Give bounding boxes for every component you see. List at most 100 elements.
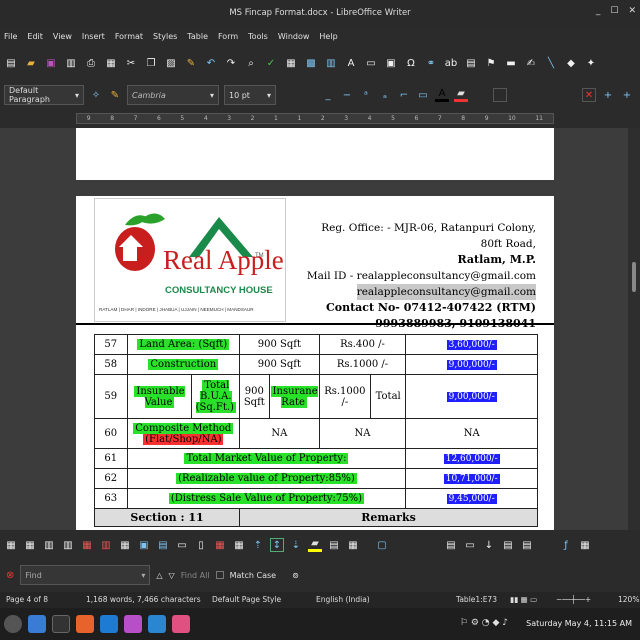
- table-cell[interactable]: 9,45,000/-: [405, 488, 538, 509]
- table-cell[interactable]: 9,00,000/-: [405, 374, 538, 419]
- table-cell[interactable]: Insurane Rate: [268, 374, 320, 419]
- close-icon[interactable]: ✕: [628, 6, 636, 16]
- files-icon[interactable]: [28, 615, 46, 633]
- basic-shapes-icon[interactable]: ◆: [564, 56, 578, 70]
- align-bottom-icon[interactable]: ⇣: [289, 538, 303, 552]
- protect-cell-icon[interactable]: ▤: [501, 538, 515, 552]
- unprotect-cell-icon[interactable]: ▤: [520, 538, 534, 552]
- delete-columns-icon[interactable]: ▥: [99, 538, 113, 552]
- strikethrough-icon[interactable]: −: [340, 88, 354, 102]
- chevron-down-icon[interactable]: ▾: [141, 571, 145, 580]
- page-style[interactable]: Default Page Style: [212, 595, 281, 604]
- draw-functions-icon[interactable]: ✦: [584, 56, 598, 70]
- merge-cells-icon[interactable]: ▭: [175, 538, 189, 552]
- insert-field-icon[interactable]: ▣: [384, 56, 398, 70]
- autoformat-icon[interactable]: ▤: [327, 538, 341, 552]
- copy-icon[interactable]: ❐: [144, 56, 158, 70]
- table-cell[interactable]: (Realizable value of Property:85%): [126, 468, 407, 489]
- composite-c3[interactable]: NA: [405, 418, 538, 449]
- underline-icon[interactable]: _: [321, 88, 335, 102]
- find-input[interactable]: Find ▾: [20, 565, 151, 585]
- insert-columns-before-icon[interactable]: ▥: [42, 538, 56, 552]
- print-icon[interactable]: ⎙: [84, 56, 98, 70]
- table-cell[interactable]: Insurable Value: [126, 374, 193, 419]
- insurable-qty[interactable]: 900 Sqft: [239, 374, 270, 419]
- menu-edit[interactable]: Edit: [27, 32, 43, 41]
- select-table-icon[interactable]: ▦: [118, 538, 132, 552]
- word-count[interactable]: 1,168 words, 7,466 characters: [86, 595, 201, 604]
- delete-rows-icon[interactable]: ▦: [80, 538, 94, 552]
- system-tray-icons[interactable]: ⚐ ⚙ ◔ ◆ ♪: [460, 618, 508, 628]
- split-cells-icon[interactable]: ▯: [194, 538, 208, 552]
- minimize-icon[interactable]: _: [596, 6, 601, 16]
- zoom-level[interactable]: 120%: [618, 595, 639, 604]
- decrease-indent-icon[interactable]: +: [620, 88, 634, 102]
- brave-browser-icon[interactable]: [76, 615, 94, 633]
- footnote-icon[interactable]: ab: [444, 56, 458, 70]
- formula-icon[interactable]: ƒ: [559, 538, 573, 552]
- insert-rows-above-icon[interactable]: ▦: [4, 538, 18, 552]
- select-row-icon[interactable]: ▤: [156, 538, 170, 552]
- vertical-scrollbar[interactable]: [628, 128, 640, 530]
- view-layout-icons[interactable]: ▮▮ ▦ ▭: [510, 595, 537, 604]
- find-replace-icon[interactable]: ⌕: [244, 56, 258, 70]
- clone-formatting-icon[interactable]: ✎: [184, 56, 198, 70]
- document-canvas[interactable]: Real Apple TM CONSULTANCY HOUSE RATLAM |…: [0, 128, 628, 530]
- page-count[interactable]: Page 4 of 8: [6, 595, 48, 604]
- vscode-icon[interactable]: [100, 615, 118, 633]
- update-style-icon[interactable]: ✧: [89, 88, 103, 102]
- find-all-button[interactable]: Find All: [181, 571, 210, 580]
- current-page[interactable]: Real Apple TM CONSULTANCY HOUSE RATLAM |…: [76, 196, 554, 530]
- new-style-icon[interactable]: ✎: [108, 88, 122, 102]
- menu-format[interactable]: Format: [115, 32, 143, 41]
- split-table-icon[interactable]: ▦: [213, 538, 227, 552]
- insert-table-icon[interactable]: ▦: [284, 56, 298, 70]
- hyperlink-icon[interactable]: ⚭: [424, 56, 438, 70]
- comment-icon[interactable]: ▬: [504, 56, 518, 70]
- menu-styles[interactable]: Styles: [153, 32, 177, 41]
- font-name-select[interactable]: Cambria ▾: [127, 85, 219, 105]
- font-size-select[interactable]: 10 pt ▾: [224, 85, 276, 105]
- table-cell[interactable]: 3,60,000/-: [405, 334, 538, 355]
- table-cell-background-icon[interactable]: ▰: [308, 538, 322, 552]
- new-document-icon[interactable]: ▤: [4, 56, 18, 70]
- insert-rows-below-icon[interactable]: ▦: [23, 538, 37, 552]
- composite-c1[interactable]: NA: [239, 418, 320, 449]
- table-properties-icon[interactable]: ▤: [444, 538, 458, 552]
- paragraph-style-select[interactable]: Default Paragraph ▾: [4, 85, 84, 105]
- menu-icon[interactable]: [4, 615, 22, 633]
- sort-icon[interactable]: ↓: [482, 538, 496, 552]
- menu-insert[interactable]: Insert: [82, 32, 105, 41]
- table-cell[interactable]: 10,71,000/-: [405, 468, 538, 489]
- language[interactable]: English (India): [316, 595, 370, 604]
- menu-help[interactable]: Help: [319, 32, 337, 41]
- table-cell[interactable]: Composite Method (Flat/Shop/NA): [126, 418, 241, 449]
- menu-window[interactable]: Window: [278, 32, 310, 41]
- clock[interactable]: Saturday May 4, 11:15 AM: [526, 619, 632, 628]
- find-replace-icon[interactable]: ⊚: [292, 571, 299, 580]
- cut-icon[interactable]: ✂: [124, 56, 138, 70]
- borders-icon[interactable]: ▦: [346, 538, 360, 552]
- spreadsheet-icon[interactable]: [172, 615, 190, 633]
- valuation-table[interactable]: 57 Land Area: (Sqft) 900 Sqft Rs.400 /- …: [93, 334, 538, 527]
- insurance-rate[interactable]: Rs.1000 /-: [318, 374, 372, 419]
- font-color-icon[interactable]: A: [435, 88, 449, 102]
- table-cell[interactable]: 12,60,000/-: [405, 448, 538, 469]
- insert-image-icon[interactable]: ▩: [304, 56, 318, 70]
- menu-view[interactable]: View: [53, 32, 72, 41]
- increase-indent-icon[interactable]: +: [601, 88, 615, 102]
- previous-page[interactable]: [76, 128, 554, 180]
- construction-rate[interactable]: Rs.1000 /-: [318, 354, 407, 375]
- highlight-color-icon[interactable]: ▰: [454, 88, 468, 102]
- land-area-qty[interactable]: 900 Sqft: [239, 334, 320, 355]
- maximize-icon[interactable]: ☐: [610, 6, 618, 16]
- find-previous-icon[interactable]: △: [156, 571, 162, 580]
- number-format-icon[interactable]: ▭: [463, 538, 477, 552]
- border-style-icon[interactable]: ▢: [375, 538, 389, 552]
- align-top-icon[interactable]: ⇡: [251, 538, 265, 552]
- insert-chart-icon[interactable]: ▥: [324, 56, 338, 70]
- insert-page-break-icon[interactable]: ▭: [364, 56, 378, 70]
- shadow-icon[interactable]: ⌐: [397, 88, 411, 102]
- undo-icon[interactable]: ↶: [204, 56, 218, 70]
- menu-file[interactable]: File: [4, 32, 17, 41]
